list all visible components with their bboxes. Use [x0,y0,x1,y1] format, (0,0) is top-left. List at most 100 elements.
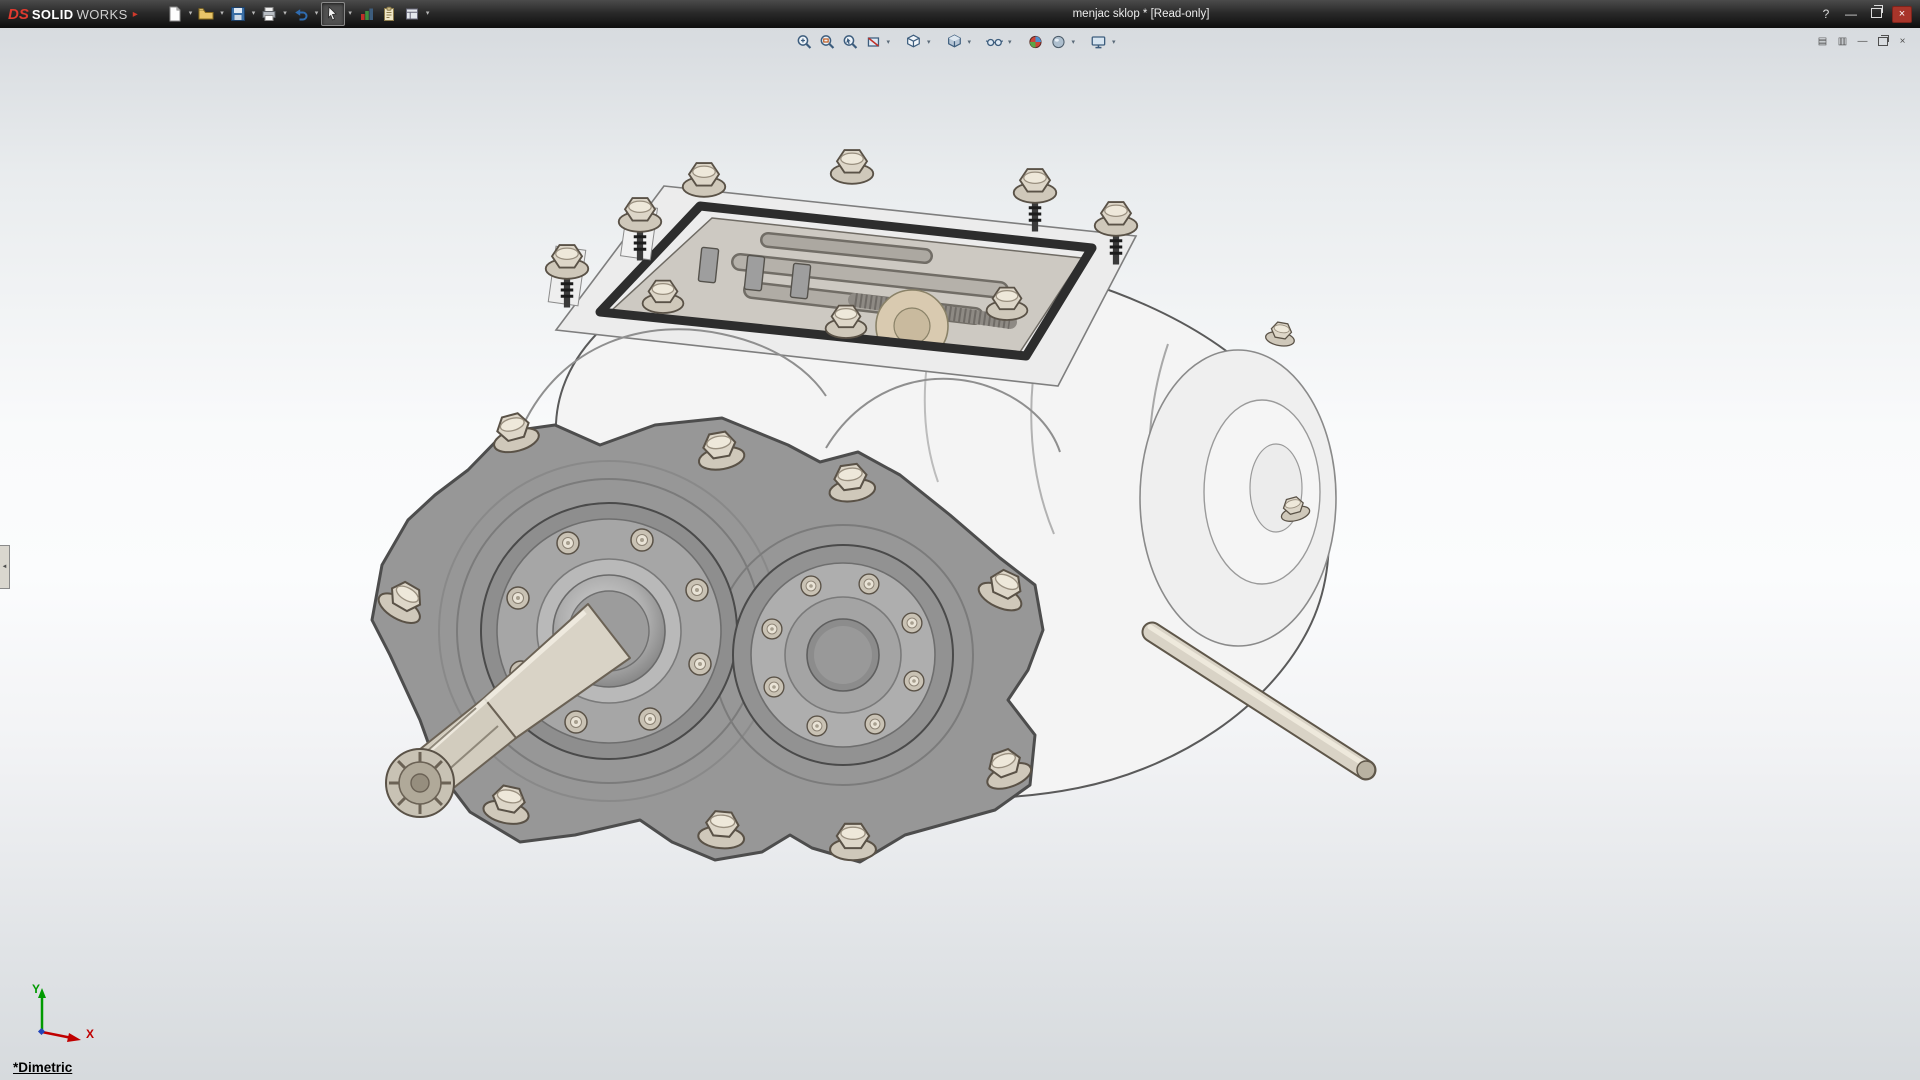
save-button[interactable] [227,3,249,25]
doc-minimize-button[interactable]: — [1855,34,1870,48]
view-orientation-label: *Dimetric [13,1060,72,1075]
apply-scene-button[interactable] [1048,31,1069,52]
print-button[interactable] [258,3,280,25]
brand-arrow-icon[interactable]: ▸ [133,9,138,20]
select-cursor-icon [325,6,341,22]
doc-close-button[interactable]: × [1895,34,1910,48]
display-colors-icon [358,6,374,22]
restore-button[interactable] [1867,7,1885,21]
model-3d-gearbox-assembly[interactable] [0,0,1920,1080]
open-caret[interactable]: ▾ [218,3,226,25]
view-settings-icon [1090,33,1108,51]
open-button[interactable] [195,3,217,25]
save-caret[interactable]: ▾ [250,3,258,25]
apply-scene-caret[interactable]: ▾ [1071,38,1077,46]
zoom-to-area-icon [818,33,836,51]
hide-show-items-icon [986,33,1004,51]
undo-button[interactable] [290,3,312,25]
flange-bolt[interactable] [686,579,708,601]
flange-bolt[interactable] [807,716,827,736]
brand-works: WORKS [77,7,128,22]
window-controls: ? — × [1817,0,1912,28]
y-axis-label: Y [32,982,40,996]
document-window-controls: ▤ ▥ — × [1815,34,1910,48]
display-style-caret[interactable]: ▾ [966,38,972,46]
flange-bolt[interactable] [902,613,922,633]
new-document-icon [167,6,183,22]
section-view-icon [864,33,882,51]
flange-bolt[interactable] [507,587,529,609]
hex-bolt[interactable] [683,163,726,197]
new-document-button[interactable] [164,3,186,25]
zoom-to-area-button[interactable] [816,31,837,52]
flange-bolt[interactable] [859,574,879,594]
flange-bolt[interactable] [639,708,661,730]
doc-restore-button[interactable] [1875,34,1890,48]
view-settings-caret[interactable]: ▾ [1111,38,1117,46]
pane-cascade-button[interactable]: ▥ [1835,34,1850,48]
view-orientation-icon [904,33,922,51]
hide-show-items-caret[interactable]: ▾ [1007,38,1013,46]
edit-appearance-button[interactable] [1025,31,1046,52]
part-clipboard-button[interactable] [378,3,400,25]
x-axis-label: X [86,1027,94,1041]
hide-show-items-button[interactable] [984,31,1005,52]
hex-bolt[interactable] [1265,320,1297,348]
pane-split-button[interactable]: ▤ [1815,34,1830,48]
flange-bolt[interactable] [631,529,653,551]
part-clipboard-icon [381,6,397,22]
doc-restore-icon [1878,37,1888,46]
display-colors-button[interactable] [355,3,377,25]
view-orientation-caret[interactable]: ▾ [926,38,932,46]
standard-toolbar: ▾ ▾ ▾ ▾ ▾ ▾ ▾ [164,2,432,26]
toolbar-options-button[interactable] [401,3,423,25]
save-icon [230,6,246,22]
brand-solid: SOLID [32,7,74,22]
stud-bolt[interactable] [1014,169,1057,232]
flange-bolt[interactable] [557,532,579,554]
minimize-button[interactable]: — [1842,7,1860,21]
z-axis-marker [38,1028,45,1035]
titlebar: DS SOLIDWORKS ▸ ▾ ▾ ▾ ▾ ▾ ▾ [0,0,1920,28]
view-settings-button[interactable] [1088,31,1109,52]
open-folder-icon [198,6,214,22]
zoom-to-selection-button[interactable] [839,31,860,52]
toolbar-options-caret[interactable]: ▾ [424,3,432,25]
display-style-icon [945,33,963,51]
feature-panel-collapse-tab[interactable]: ◄ [0,545,10,589]
flange-bolt[interactable] [801,576,821,596]
flange-bolt[interactable] [689,653,711,675]
flange-bolt[interactable] [865,714,885,734]
undo-caret[interactable]: ▾ [313,3,321,25]
display-style-button[interactable] [943,31,964,52]
flange-bolt[interactable] [904,671,924,691]
print-caret[interactable]: ▾ [281,3,289,25]
ds-logo-mark: DS [8,6,29,23]
zoom-to-selection-icon [841,33,859,51]
flange-bolt[interactable] [762,619,782,639]
zoom-to-fit-button[interactable] [793,31,814,52]
select-tool-button[interactable] [321,2,345,26]
help-button[interactable]: ? [1817,7,1835,21]
toolbar-options-icon [404,6,420,22]
undo-icon [293,6,309,22]
zoom-to-fit-icon [795,33,813,51]
apply-scene-icon [1049,33,1067,51]
collapse-arrow-icon: ◄ [2,564,8,570]
edit-appearance-icon [1026,33,1044,51]
flange-bolt[interactable] [565,711,587,733]
orientation-triad: Y X [20,980,120,1050]
solidworks-logo: DS SOLIDWORKS ▸ [0,6,144,23]
new-document-caret[interactable]: ▾ [187,3,195,25]
view-orientation-button[interactable] [903,31,924,52]
select-tool-caret[interactable]: ▾ [346,3,354,25]
flange-bolt[interactable] [764,677,784,697]
output-bearing-flange[interactable] [733,545,953,765]
close-button[interactable]: × [1892,6,1912,23]
heads-up-view-toolbar: ▾ ▾ ▾ ▾ ▾ ▾ [793,31,1116,52]
hex-bolt[interactable] [831,150,874,184]
section-view-button[interactable] [862,31,883,52]
window-title: menjac sklop * [Read-only] [1073,8,1210,20]
restore-icon [1871,8,1882,18]
section-view-caret[interactable]: ▾ [885,38,891,46]
